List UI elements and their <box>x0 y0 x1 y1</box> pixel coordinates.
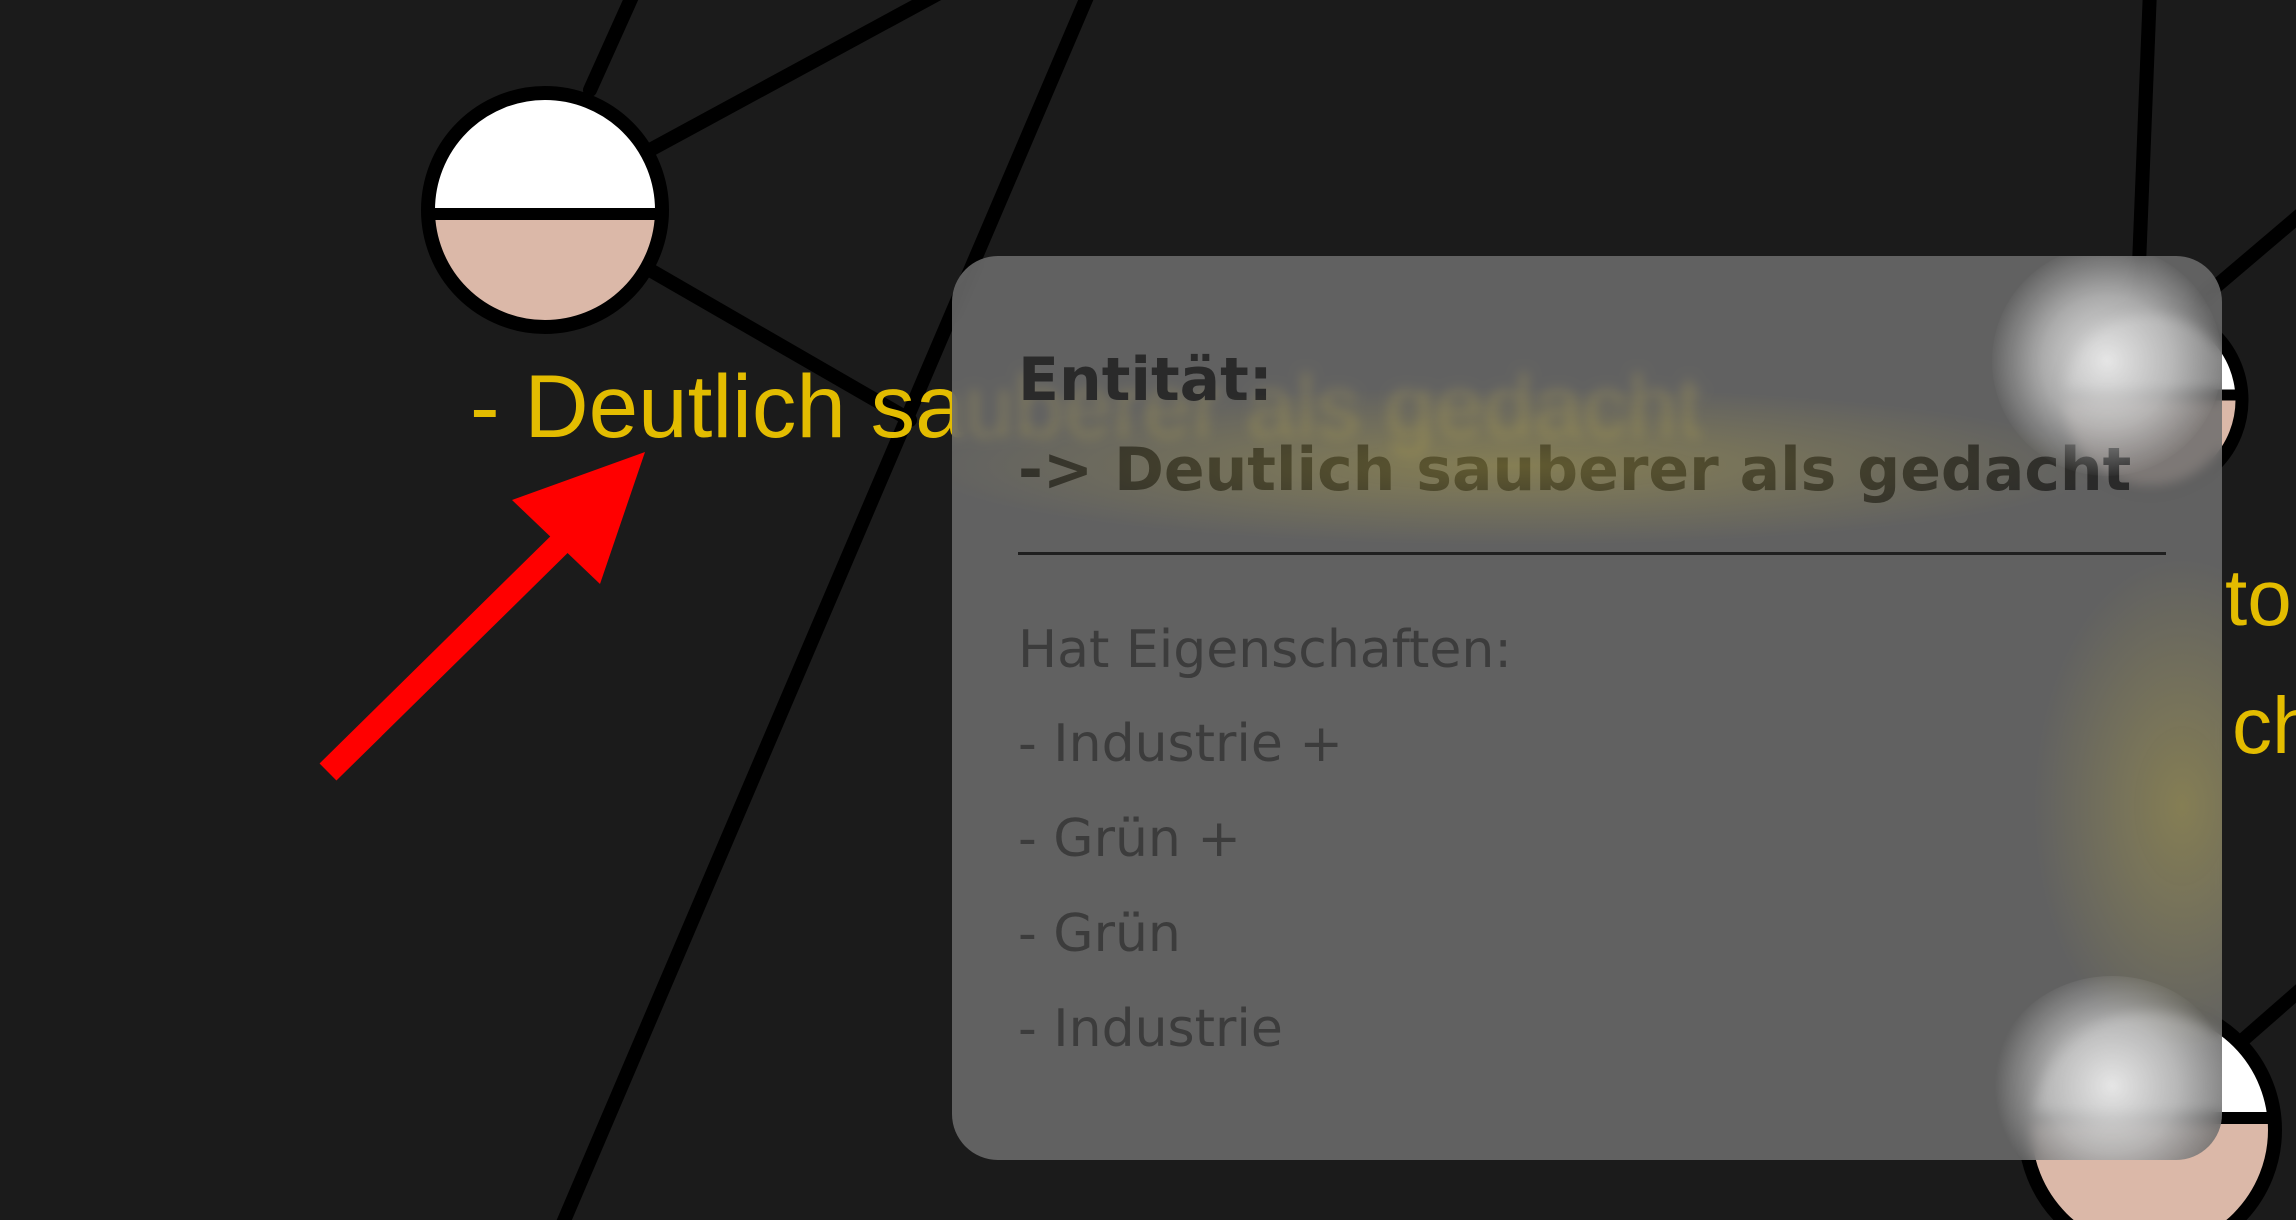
tooltip-property: - Industrie + <box>1018 714 1343 774</box>
graph-edge <box>643 0 942 157</box>
tooltip-section-title: Hat Eigenschaften: <box>1018 620 1512 680</box>
tooltip-property: - Industrie <box>1018 999 1283 1059</box>
tooltip-entity-name: -> Deutlich sauberer als gedacht <box>1018 435 2132 505</box>
entity-tooltip: Entität: -> Deutlich sauberer als gedach… <box>952 256 2222 1160</box>
node-label-clipped[interactable]: to <box>2225 552 2292 644</box>
graph-canvas[interactable]: - Deutlich sauberer als gedacht to ch En… <box>0 0 2296 1220</box>
node-label-clipped[interactable]: ch <box>2232 680 2296 772</box>
annotation-arrow-icon <box>319 452 645 781</box>
tooltip-property: - Grün <box>1018 904 1181 964</box>
graph-node[interactable] <box>420 86 670 344</box>
tooltip-heading: Entität: <box>1018 345 1273 415</box>
tooltip-property: - Grün + <box>1018 809 1241 869</box>
graph-edge <box>583 0 639 97</box>
tooltip-divider <box>1018 552 2166 555</box>
